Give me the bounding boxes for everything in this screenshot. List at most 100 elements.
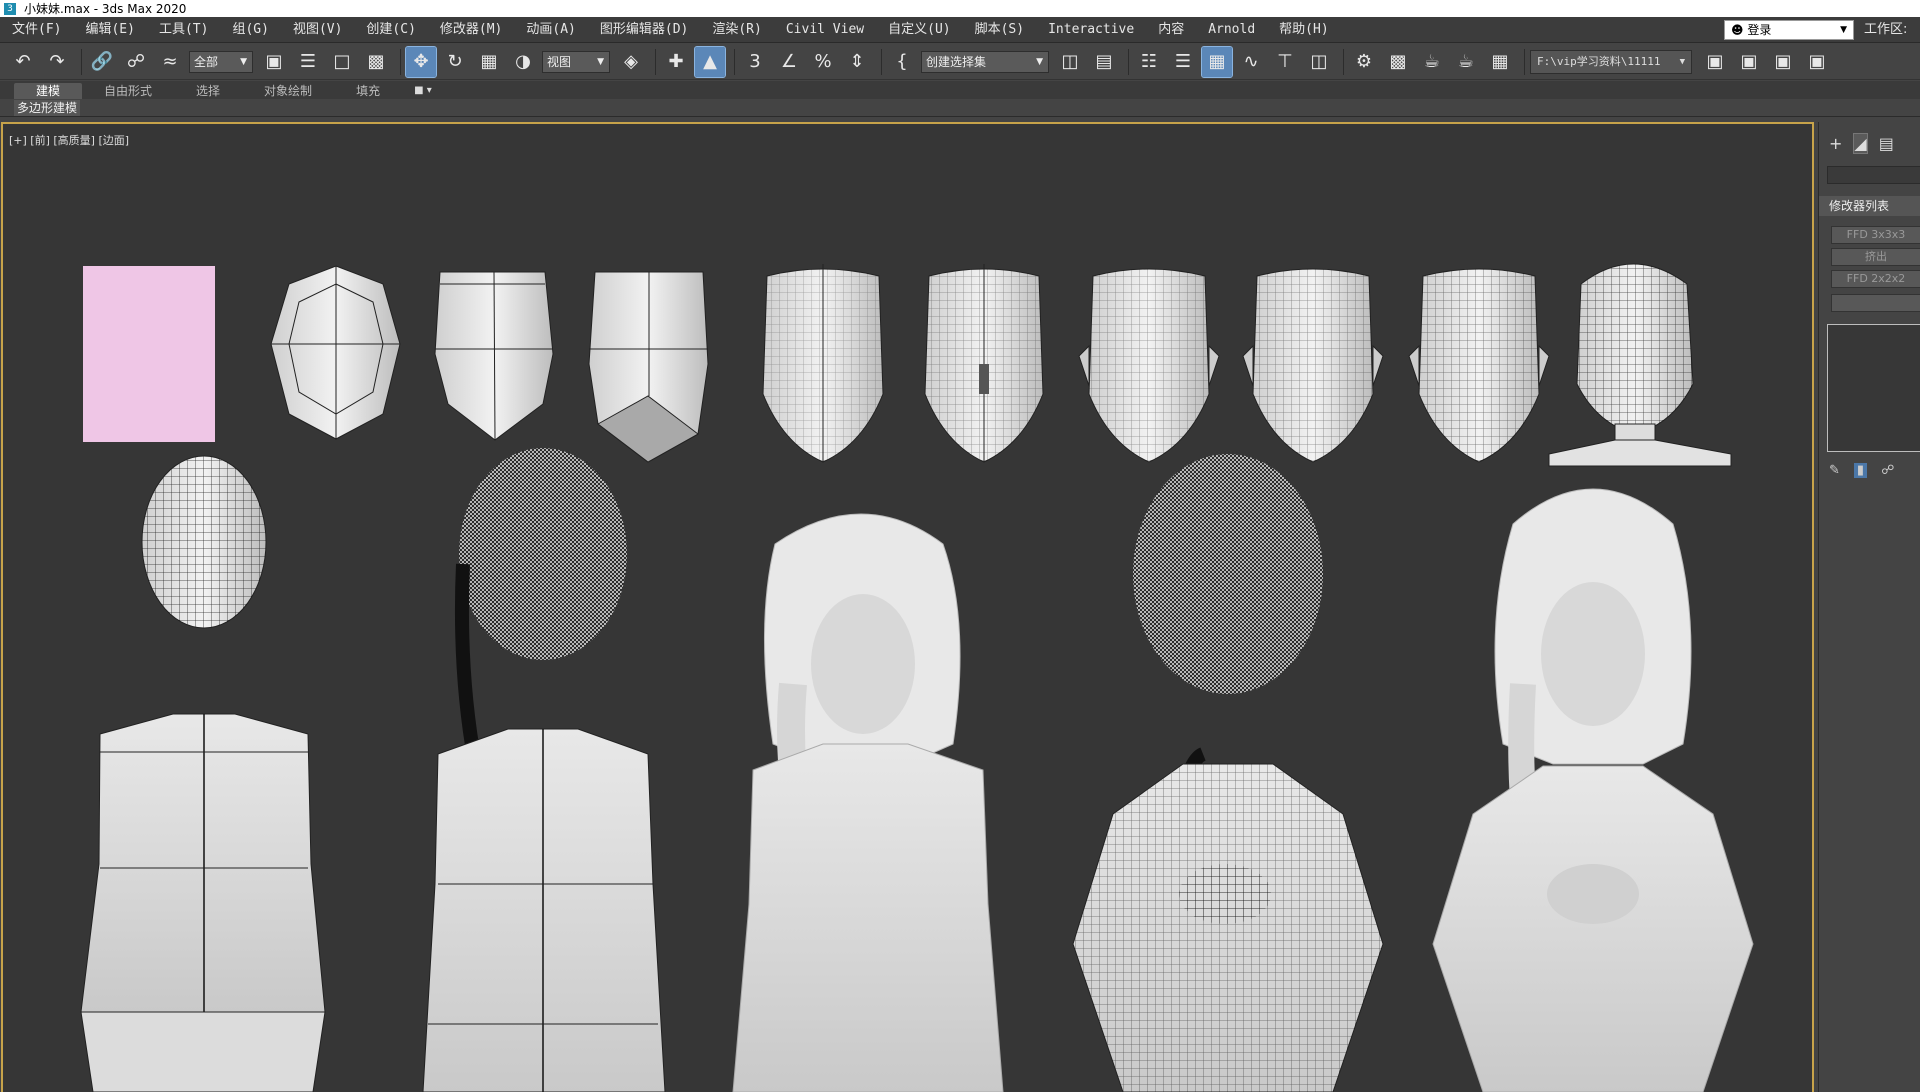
mirror-icon[interactable]: ◫ xyxy=(1055,47,1085,77)
menu-help[interactable]: 帮助(H) xyxy=(1267,17,1340,43)
menu-scripting[interactable]: 脚本(S) xyxy=(963,17,1036,43)
menu-interactive[interactable]: Interactive xyxy=(1036,17,1146,43)
keyboard-shortcut-override-icon[interactable]: ▲ xyxy=(694,45,726,78)
menu-content[interactable]: 内容 xyxy=(1146,17,1196,43)
reference-image-plane[interactable] xyxy=(83,266,215,442)
body-stage-2[interactable] xyxy=(422,448,666,1092)
render-production-icon[interactable]: ▦ xyxy=(1485,47,1515,77)
dope-sheet-icon[interactable]: ⊤ xyxy=(1270,47,1300,77)
edit-named-sets-icon[interactable]: { xyxy=(887,47,917,77)
head-stage-3[interactable] xyxy=(588,271,709,463)
tab-freeform[interactable]: 自由形式 xyxy=(82,83,174,99)
spinner-snap-icon[interactable]: ⇕ xyxy=(842,47,872,77)
body-stage-1[interactable] xyxy=(80,455,326,1092)
body-stage-4[interactable] xyxy=(1072,454,1384,1092)
modifier-stack[interactable] xyxy=(1827,324,1920,452)
select-scale-icon[interactable]: ▦ xyxy=(474,47,504,77)
chevron-down-icon: ▼ xyxy=(240,56,247,67)
crosshair-icon[interactable]: ✚ xyxy=(661,47,691,77)
place-icon[interactable]: ◑ xyxy=(508,47,538,77)
viewport-scene xyxy=(80,263,1754,1092)
hierarchy-tab-icon[interactable]: ▤ xyxy=(1879,134,1894,153)
create-tab-icon[interactable]: + xyxy=(1829,134,1842,153)
modifier-button-empty[interactable] xyxy=(1831,294,1920,312)
window-crossing-icon[interactable]: ▩ xyxy=(361,47,391,77)
toolbar-separator xyxy=(1128,48,1129,75)
head-stage-1[interactable] xyxy=(270,265,401,440)
polygon-modeling-label[interactable]: 多边形建模 xyxy=(14,100,81,116)
bind-spacewarp-icon[interactable]: ≈ xyxy=(155,47,185,77)
front-viewport[interactable]: [+] [前] [高质量] [边面] xyxy=(1,122,1814,1092)
menu-graph-editors[interactable]: 图形编辑器(D) xyxy=(588,17,700,43)
modifier-button-extrude[interactable]: 挤出 xyxy=(1831,248,1920,266)
percent-snap-icon[interactable]: % xyxy=(808,47,838,77)
project-path-dropdown[interactable]: F:\vip学习资料\11111 ▼ xyxy=(1530,49,1692,74)
head-stage-7[interactable] xyxy=(1242,268,1384,463)
select-rotate-icon[interactable]: ↻ xyxy=(440,47,470,77)
head-stage-9[interactable] xyxy=(1548,263,1732,467)
menu-group[interactable]: 组(G) xyxy=(220,17,280,43)
select-object-icon[interactable]: ▣ xyxy=(259,47,289,77)
project-open-icon[interactable]: ▣ xyxy=(1768,47,1798,77)
menu-create[interactable]: 创建(C) xyxy=(354,17,427,43)
head-stage-5[interactable] xyxy=(924,264,1044,463)
menu-animation[interactable]: 动画(A) xyxy=(514,17,587,43)
body-stage-3[interactable] xyxy=(732,513,1004,1092)
snaps-toggle-icon[interactable]: 3 xyxy=(740,47,770,77)
menu-file[interactable]: 文件(F) xyxy=(0,17,73,43)
tab-selection[interactable]: 选择 xyxy=(174,83,242,99)
tab-populate[interactable]: 填充 xyxy=(334,83,402,99)
curve-editor-icon[interactable]: ∿ xyxy=(1236,47,1266,77)
angle-snap-icon[interactable]: ∠ xyxy=(774,47,804,77)
head-stage-8[interactable] xyxy=(1408,268,1550,463)
select-move-icon[interactable]: ✥ xyxy=(405,45,437,78)
modifier-button-ffd3[interactable]: FFD 3x3x3 xyxy=(1831,226,1920,244)
menu-civil-view[interactable]: Civil View xyxy=(774,17,876,43)
tab-object-paint[interactable]: 对象绘制 xyxy=(242,83,334,99)
ribbon-options-icon[interactable]: ■ ▾ xyxy=(402,83,432,99)
menu-tools[interactable]: 工具(T) xyxy=(147,17,220,43)
material-editor-icon[interactable]: ⚙ xyxy=(1349,47,1379,77)
head-stage-6[interactable] xyxy=(1078,268,1220,463)
menu-customize[interactable]: 自定义(U) xyxy=(876,17,962,43)
select-by-name-icon[interactable]: ☰ xyxy=(293,47,323,77)
selection-filter-dropdown[interactable]: 全部 ▼ xyxy=(189,50,253,73)
named-selection-dropdown[interactable]: 创建选择集 ▼ xyxy=(921,50,1049,73)
modifier-list-dropdown[interactable]: 修改器列表 xyxy=(1819,196,1920,216)
render-icon[interactable]: ☕ xyxy=(1451,47,1481,77)
toggle-ribbon-icon[interactable]: ▦ xyxy=(1201,45,1233,78)
menu-arnold[interactable]: Arnold xyxy=(1196,17,1267,43)
project-create-icon[interactable]: ▣ xyxy=(1802,47,1832,77)
body-stage-5[interactable] xyxy=(1432,488,1754,1092)
reference-coord-dropdown[interactable]: 视图 ▼ xyxy=(542,50,610,73)
rendered-frame-icon[interactable]: ☕ xyxy=(1417,47,1447,77)
pin-stack-icon[interactable]: ✎ xyxy=(1829,463,1840,478)
object-name-field[interactable] xyxy=(1827,166,1920,184)
head-stage-2[interactable] xyxy=(434,271,554,441)
link-icon[interactable]: 🔗 xyxy=(87,47,117,77)
redo-icon[interactable]: ↷ xyxy=(42,47,72,77)
head-stage-4[interactable] xyxy=(762,264,884,463)
make-unique-icon[interactable]: ☍ xyxy=(1881,463,1894,478)
render-setup-icon[interactable]: ▩ xyxy=(1383,47,1413,77)
project-folder-icon[interactable]: ▣ xyxy=(1700,47,1730,77)
scene-explorer-icon[interactable]: ☷ xyxy=(1134,47,1164,77)
workspace-label[interactable]: 工作区: xyxy=(1858,17,1907,43)
menu-views[interactable]: 视图(V) xyxy=(281,17,354,43)
project-set-icon[interactable]: ▣ xyxy=(1734,47,1764,77)
menu-modifiers[interactable]: 修改器(M) xyxy=(428,17,514,43)
login-dropdown[interactable]: ☻ 登录 ▼ xyxy=(1724,20,1854,40)
unlink-icon[interactable]: ☍ xyxy=(121,47,151,77)
schematic-view-icon[interactable]: ◫ xyxy=(1304,47,1334,77)
pivot-icon[interactable]: ◈ xyxy=(616,47,646,77)
modifier-button-ffd2[interactable]: FFD 2x2x2 xyxy=(1831,270,1920,288)
menu-edit[interactable]: 编辑(E) xyxy=(73,17,146,43)
align-icon[interactable]: ▤ xyxy=(1089,47,1119,77)
modify-tab-icon[interactable]: ◢ xyxy=(1853,132,1868,154)
layer-explorer-icon[interactable]: ☰ xyxy=(1168,47,1198,77)
rect-region-icon[interactable]: □ xyxy=(327,47,357,77)
tab-modeling[interactable]: 建模 xyxy=(14,83,83,99)
show-end-result-icon[interactable]: ▮ xyxy=(1853,462,1868,478)
menu-rendering[interactable]: 渲染(R) xyxy=(700,17,773,43)
undo-icon[interactable]: ↶ xyxy=(8,47,38,77)
